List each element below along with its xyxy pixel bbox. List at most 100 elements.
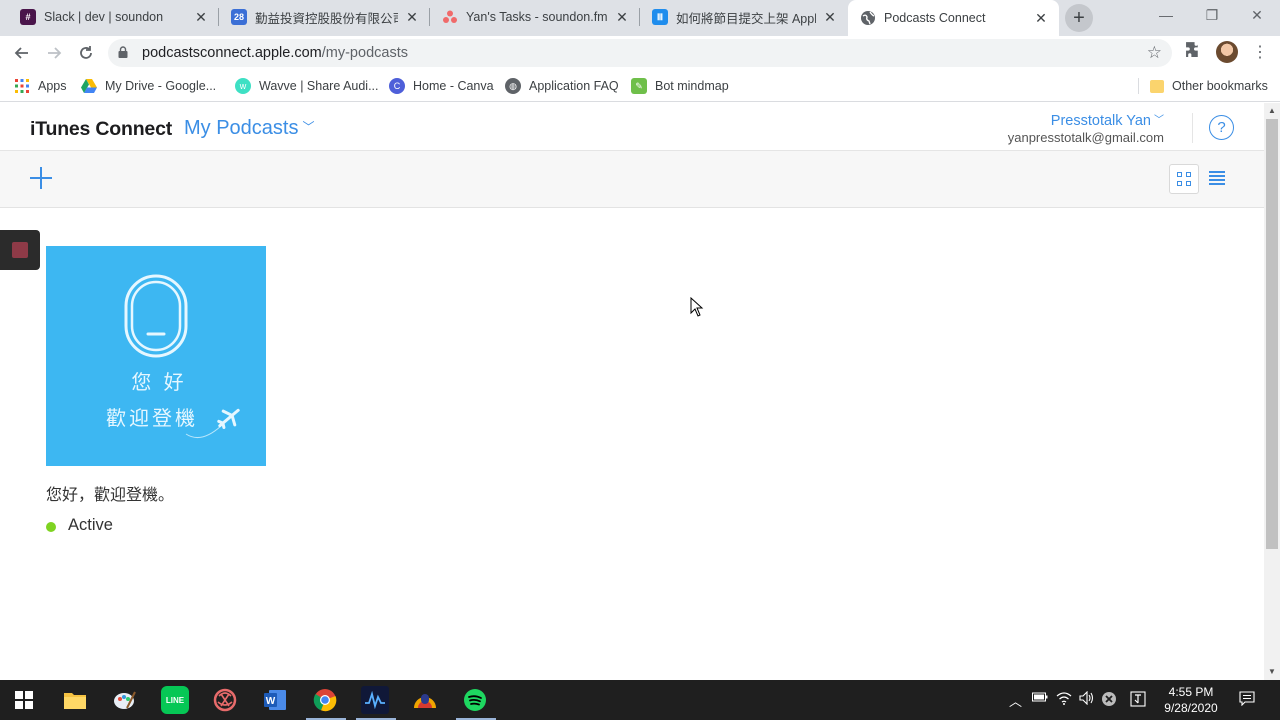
- bookmark-label: My Drive - Google...: [105, 79, 217, 93]
- url-path: /my-podcasts: [321, 45, 408, 61]
- bookmark-my-drive[interactable]: My Drive - Google...: [81, 77, 216, 95]
- file-explorer-icon[interactable]: [61, 686, 89, 714]
- toolbar-row: [0, 151, 1264, 208]
- chrome-menu-icon[interactable]: ⋮: [1252, 42, 1268, 62]
- status-dot: [46, 522, 56, 532]
- tab-title: Yan's Tasks - soundon.fm - A: [466, 10, 608, 24]
- list-view-icon[interactable]: [1209, 171, 1225, 185]
- canva-icon: C: [389, 78, 405, 94]
- user-menu[interactable]: Presstotalk Yan ﹀ yanpresstotalk@gmail.co…: [1008, 111, 1164, 145]
- soundon-icon[interactable]: [411, 686, 439, 714]
- show-hidden-icons-icon[interactable]: ︿: [1009, 691, 1022, 710]
- volume-icon[interactable]: [1079, 690, 1095, 708]
- section-dropdown[interactable]: My Podcasts ﹀: [184, 117, 315, 140]
- podcast-title[interactable]: 您好，歡迎登機。: [46, 481, 174, 505]
- browser-tab-calendar[interactable]: 28 勤益投資控股股份有限公司 ✕: [219, 0, 430, 34]
- browser-tab-podcasts-connect[interactable]: Podcasts Connect ✕: [848, 0, 1059, 36]
- globe-icon: ◍: [505, 78, 521, 94]
- bookmark-wavve[interactable]: w Wavve | Share Audi...: [235, 77, 379, 95]
- tab-title: 如何將節目提交上架 Apple: [676, 11, 816, 26]
- chevron-down-icon: ﹀: [1154, 115, 1164, 126]
- tab-strip: # Slack | dev | soundon ✕ 28 勤益投資控股股份有限公…: [0, 0, 1280, 36]
- close-tab-icon[interactable]: ✕: [1033, 10, 1049, 27]
- artwork-line2: 歡迎登機: [106, 406, 198, 430]
- paint-icon[interactable]: [111, 686, 139, 714]
- scroll-up-icon[interactable]: ▲: [1268, 106, 1276, 115]
- mouse-cursor-icon: [690, 296, 704, 322]
- lock-icon: [118, 45, 138, 61]
- asana-icon: [442, 9, 458, 25]
- url-domain: podcastsconnect.apple.com: [142, 45, 322, 61]
- notifications-icon[interactable]: [1239, 691, 1255, 709]
- header-divider: [1192, 113, 1193, 143]
- reload-icon[interactable]: [74, 41, 98, 65]
- system-clock[interactable]: 4:55 PM 9/28/2020: [1158, 684, 1224, 716]
- close-window-icon[interactable]: ✕: [1234, 0, 1280, 30]
- chrome-icon[interactable]: [311, 686, 339, 714]
- line-icon[interactable]: LINE: [161, 686, 189, 714]
- spotify-icon[interactable]: [461, 686, 489, 714]
- bookmark-label: Apps: [38, 79, 67, 93]
- browser-tab-slack[interactable]: # Slack | dev | soundon ✕: [8, 0, 219, 34]
- tab-title: Slack | dev | soundon: [44, 10, 164, 24]
- bookmark-label: Bot mindmap: [655, 79, 729, 93]
- windows-start-icon[interactable]: [10, 686, 38, 714]
- close-tab-icon[interactable]: ✕: [822, 9, 838, 26]
- grid-view-icon[interactable]: [1169, 164, 1199, 194]
- add-podcast-icon[interactable]: [30, 167, 52, 189]
- other-bookmarks[interactable]: Other bookmarks: [1150, 77, 1268, 95]
- audio-editor-icon[interactable]: [361, 686, 389, 714]
- folder-icon: [1150, 79, 1164, 93]
- intercom-icon: Ⅲ: [652, 9, 668, 25]
- bookmark-application-faq[interactable]: ◍ Application FAQ: [505, 77, 619, 95]
- clock-time: 4:55 PM: [1168, 685, 1214, 699]
- chevron-down-icon: ﹀: [302, 120, 315, 134]
- browser-tab-asana[interactable]: Yan's Tasks - soundon.fm - A ✕: [430, 0, 640, 34]
- app-header: iTunes Connect My Podcasts ﹀ Presstotalk …: [0, 103, 1264, 151]
- restore-icon[interactable]: ❐: [1189, 0, 1235, 30]
- clock-date: 9/28/2020: [1164, 701, 1218, 715]
- profile-avatar[interactable]: [1216, 41, 1238, 63]
- battery-icon[interactable]: [1032, 691, 1048, 706]
- app-icon[interactable]: [211, 686, 239, 714]
- page-scrollbar[interactable]: ▲ ▼: [1264, 103, 1280, 680]
- close-tab-icon[interactable]: ✕: [614, 9, 630, 26]
- back-icon[interactable]: [10, 41, 34, 65]
- input-method-icon[interactable]: [1130, 691, 1146, 710]
- bookmark-bot-mindmap[interactable]: ✎ Bot mindmap: [631, 77, 729, 95]
- extensions-icon[interactable]: [1185, 41, 1202, 63]
- artwork-line1: 您 好: [131, 370, 187, 394]
- browser-toolbar: podcastsconnect.apple.com/my-podcasts ☆ …: [0, 36, 1280, 70]
- bookmark-label: Other bookmarks: [1172, 79, 1268, 93]
- close-tab-icon[interactable]: ✕: [404, 9, 420, 26]
- browser-tab-intercom[interactable]: Ⅲ 如何將節目提交上架 Apple ✕: [640, 0, 848, 34]
- minimize-icon[interactable]: —: [1143, 0, 1189, 30]
- tab-title: Podcasts Connect: [884, 11, 986, 25]
- widget-icon: [12, 242, 28, 258]
- globe-icon: [860, 10, 876, 26]
- scroll-down-icon[interactable]: ▼: [1268, 667, 1276, 676]
- scroll-thumb[interactable]: [1266, 119, 1278, 549]
- address-bar[interactable]: podcastsconnect.apple.com/my-podcasts ☆: [108, 39, 1172, 67]
- user-email: yanpresstotalk@gmail.com: [1007, 130, 1164, 145]
- bookmark-canva[interactable]: C Home - Canva: [389, 77, 494, 95]
- section-label: My Podcasts: [184, 117, 299, 139]
- podcast-status: Active: [46, 516, 113, 535]
- forward-icon[interactable]: [42, 41, 66, 65]
- status-blocked-icon[interactable]: [1101, 691, 1117, 710]
- help-icon[interactable]: ?: [1209, 115, 1234, 140]
- airplane-window-illustration: [124, 274, 240, 439]
- close-tab-icon[interactable]: ✕: [193, 9, 209, 26]
- status-label: Active: [68, 516, 113, 534]
- bookmark-label: Home - Canva: [413, 79, 494, 93]
- new-tab-button[interactable]: +: [1065, 4, 1093, 32]
- bookmark-star-icon[interactable]: ☆: [1147, 43, 1162, 63]
- wifi-icon[interactable]: [1056, 691, 1072, 708]
- word-icon[interactable]: W: [261, 686, 289, 714]
- podcast-artwork[interactable]: 您 好 歡迎登機: [46, 246, 266, 466]
- bookmark-apps[interactable]: Apps: [14, 77, 67, 95]
- side-widget-button[interactable]: [0, 230, 40, 270]
- svg-text:W: W: [266, 696, 276, 707]
- google-drive-icon: [81, 78, 97, 94]
- calendar-icon: 28: [231, 9, 247, 25]
